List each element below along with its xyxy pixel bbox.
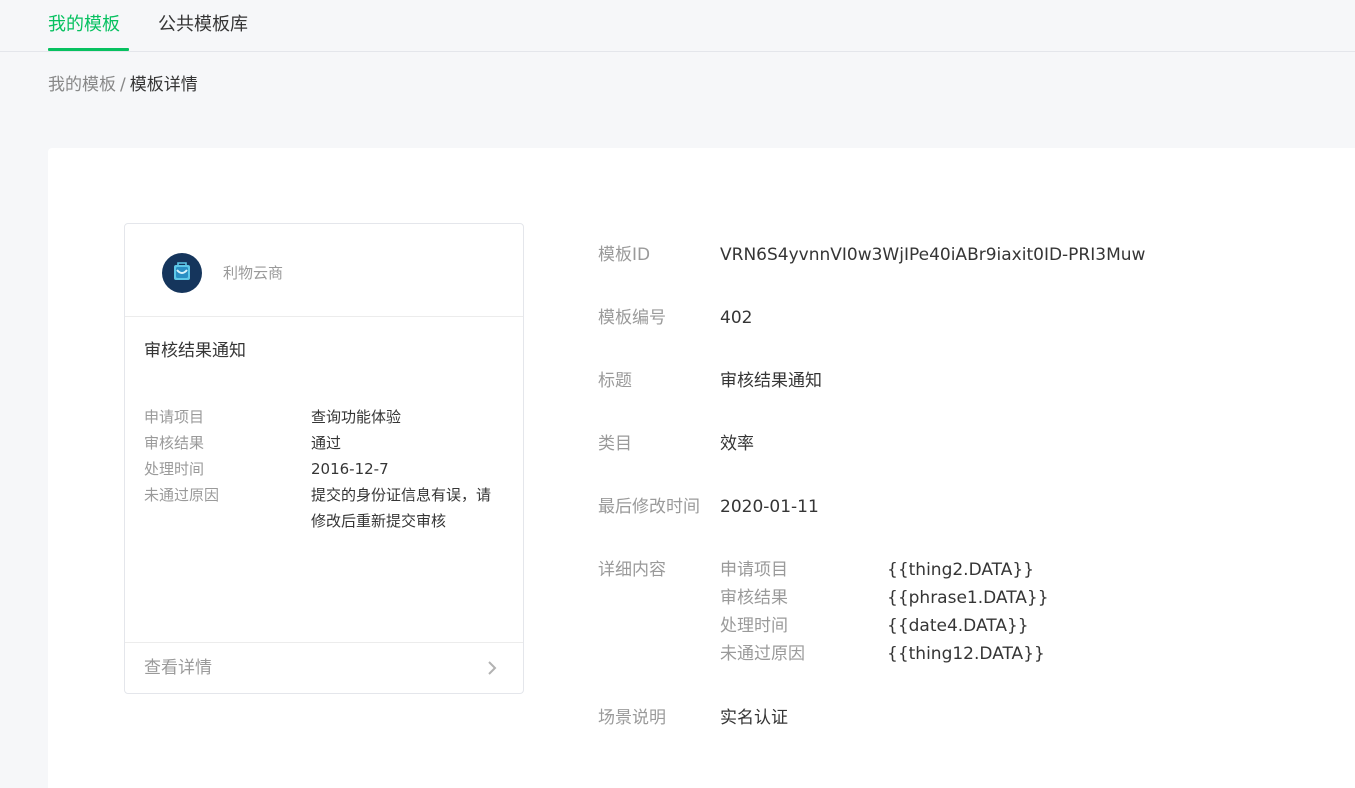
template-preview-card: 利物云商 审核结果通知 申请项目 查询功能体验 审核结果 通过 处理时间 201… <box>124 223 524 694</box>
template-id-label: 模板ID <box>598 245 651 265</box>
chevron-right-icon <box>488 661 497 675</box>
top-tab-bar: 我的模板 公共模板库 <box>0 0 1355 52</box>
active-tab-indicator <box>48 48 129 51</box>
detail-value: {{date4.DATA}} <box>887 616 1029 636</box>
template-number-label: 模板编号 <box>598 308 666 328</box>
detail-key: 审核结果 <box>720 588 788 608</box>
detail-key: 未通过原因 <box>720 644 805 664</box>
breadcrumb-separator: / <box>120 75 126 95</box>
preview-field-row: 申请项目 查询功能体验 <box>144 404 504 430</box>
template-category-value: 效率 <box>720 434 754 454</box>
preview-field-key: 审核结果 <box>144 434 205 452</box>
breadcrumb: 我的模板 / 模板详情 <box>48 73 198 97</box>
preview-field-row: 处理时间 2016-12-7 <box>144 456 504 482</box>
detail-content-table: 申请项目 {{thing2.DATA}} 审核结果 {{phrase1.DATA… <box>720 556 1049 668</box>
scene-description-value: 实名认证 <box>720 708 788 728</box>
preview-card-title: 审核结果通知 <box>144 341 246 361</box>
detail-row: 申请项目 {{thing2.DATA}} <box>720 556 1049 584</box>
preview-field-key: 处理时间 <box>144 460 205 478</box>
template-title-value: 审核结果通知 <box>720 371 822 391</box>
detail-content-label: 详细内容 <box>598 560 666 580</box>
preview-field-value: 查询功能体验 <box>311 408 402 426</box>
detail-row: 未通过原因 {{thing12.DATA}} <box>720 640 1049 668</box>
detail-key: 处理时间 <box>720 616 788 636</box>
tab-public-template-library[interactable]: 公共模板库 <box>158 12 248 38</box>
preview-field-value: 2016-12-7 <box>311 460 389 478</box>
detail-value: {{thing12.DATA}} <box>887 644 1045 664</box>
view-details-link[interactable]: 查看详情 <box>125 642 523 693</box>
last-modified-value: 2020-01-11 <box>720 497 819 517</box>
template-number-value: 402 <box>720 308 753 328</box>
scene-description-label: 场景说明 <box>598 708 666 728</box>
breadcrumb-current: 模板详情 <box>129 75 198 95</box>
preview-field-list: 申请项目 查询功能体验 审核结果 通过 处理时间 2016-12-7 未通过原因… <box>144 404 504 534</box>
detail-key: 申请项目 <box>720 560 788 580</box>
detail-value: {{thing2.DATA}} <box>887 560 1035 580</box>
bag-logo-icon <box>162 253 202 293</box>
detail-row: 处理时间 {{date4.DATA}} <box>720 612 1049 640</box>
preview-field-row: 审核结果 通过 <box>144 430 504 456</box>
preview-field-key: 未通过原因 <box>144 486 220 504</box>
view-details-label: 查看详情 <box>144 658 212 678</box>
account-name: 利物云商 <box>223 264 284 282</box>
preview-field-key: 申请项目 <box>144 408 205 426</box>
preview-field-value: 通过 <box>311 434 342 452</box>
preview-field-value: 提交的身份证信息有误，请修改后重新提交审核 <box>311 486 492 530</box>
template-id-value: VRN6S4yvnnVI0w3WjIPe40iABr9iaxit0ID-PRI3… <box>720 245 1146 265</box>
last-modified-label: 最后修改时间 <box>598 497 700 517</box>
template-category-label: 类目 <box>598 434 632 454</box>
tab-my-templates[interactable]: 我的模板 <box>48 12 120 38</box>
breadcrumb-my-templates[interactable]: 我的模板 <box>48 75 116 95</box>
preview-card-header: 利物云商 <box>125 224 523 317</box>
detail-row: 审核结果 {{phrase1.DATA}} <box>720 584 1049 612</box>
preview-field-row: 未通过原因 提交的身份证信息有误，请修改后重新提交审核 <box>144 482 504 534</box>
template-title-label: 标题 <box>598 371 632 391</box>
detail-value: {{phrase1.DATA}} <box>887 588 1049 608</box>
